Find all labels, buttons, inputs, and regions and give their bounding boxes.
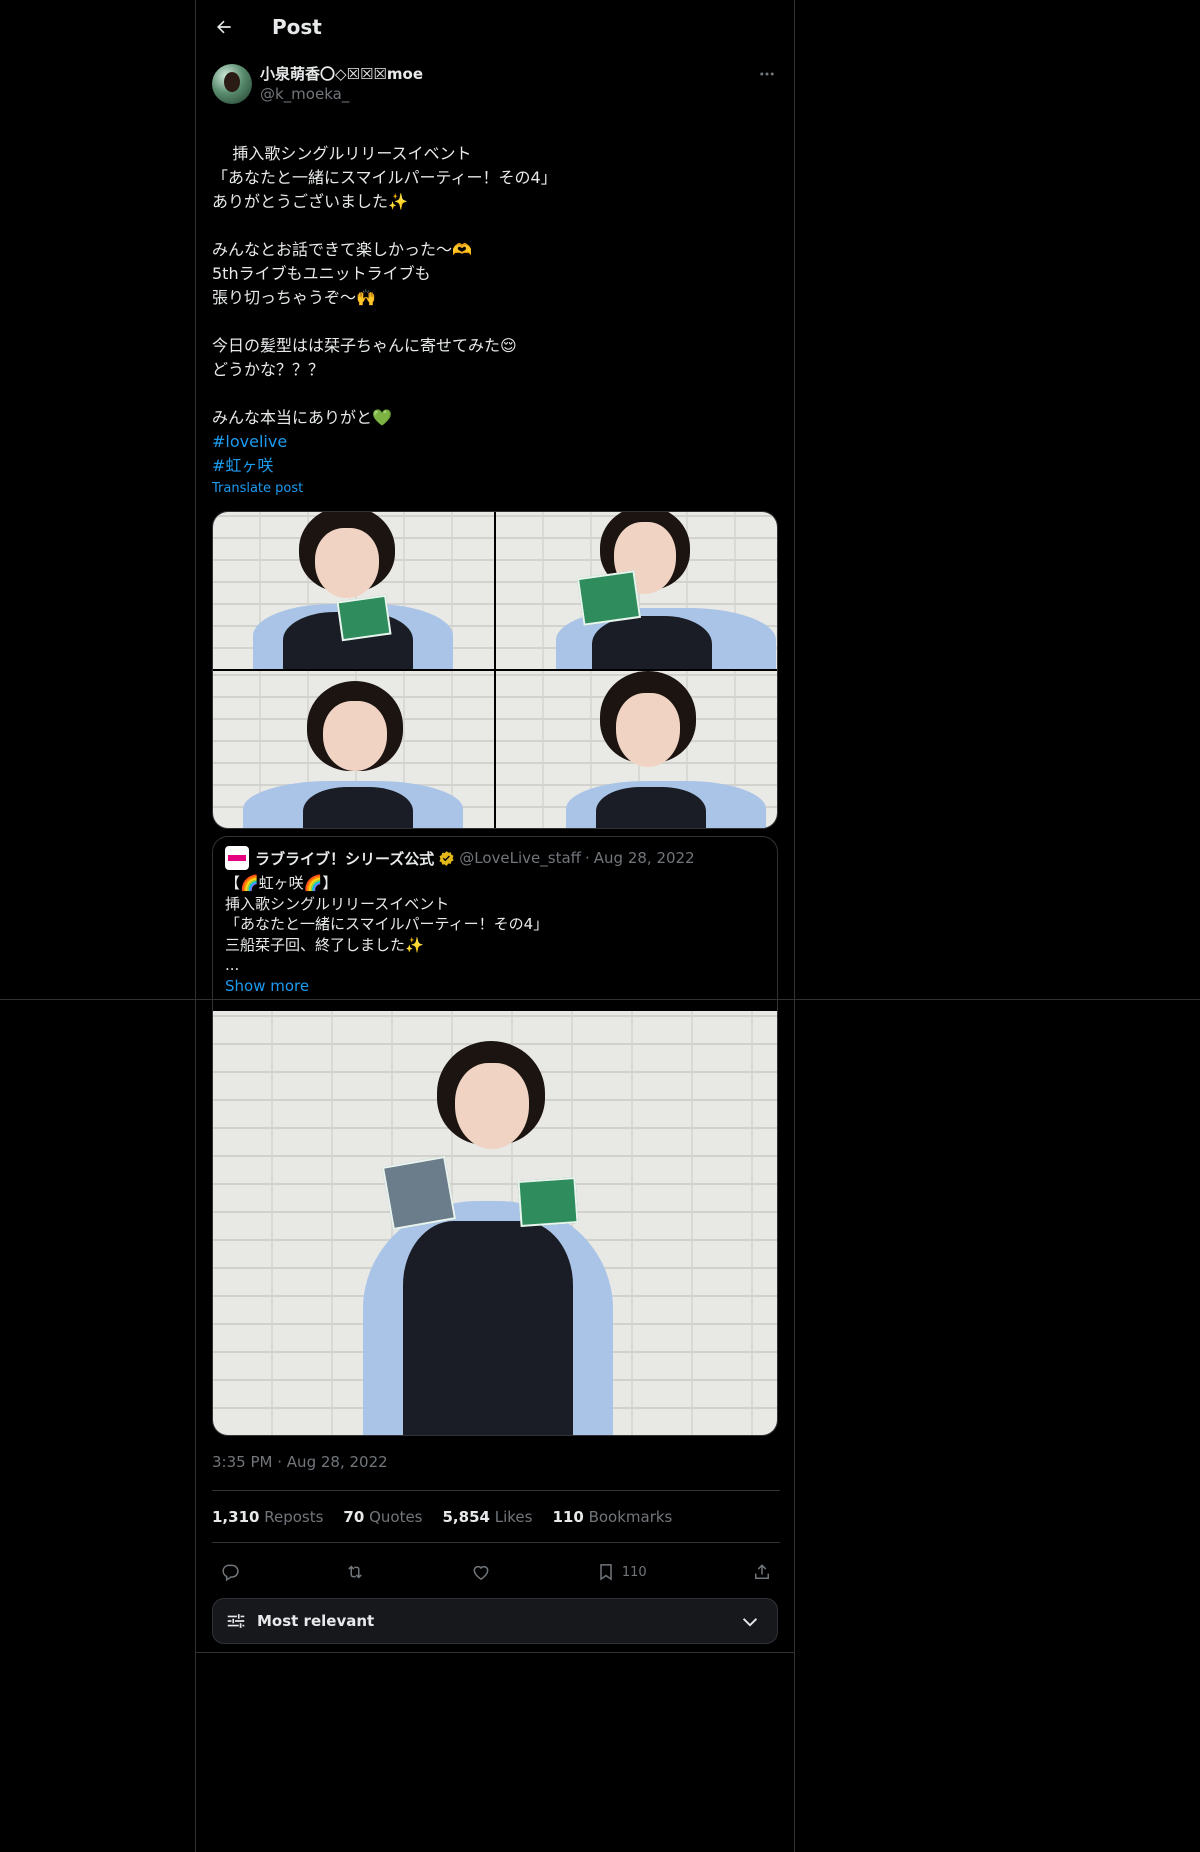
back-arrow-icon [217, 20, 231, 33]
action-bar: 110 [212, 1554, 780, 1590]
quotes-stat[interactable]: 70 Quotes [343, 1508, 422, 1526]
divider [196, 1652, 794, 1653]
back-button[interactable] [206, 9, 242, 45]
quotes-count: 70 [343, 1508, 365, 1526]
tweet-photo[interactable] [213, 671, 494, 828]
quoted-photo[interactable] [213, 1011, 777, 1435]
more-icon [760, 72, 774, 76]
post-time: 3:35 PM [212, 1453, 273, 1471]
share-button[interactable] [744, 1555, 780, 1589]
repost-button[interactable] [337, 1555, 373, 1589]
reposts-count: 1,310 [212, 1508, 260, 1526]
likes-count: 5,854 [442, 1508, 490, 1526]
reply-sort-dropdown[interactable]: Most relevant [212, 1598, 778, 1644]
translate-post-link[interactable]: Translate post [212, 481, 303, 496]
likes-stat[interactable]: 5,854 Likes [443, 1508, 533, 1526]
quotes-label: Quotes [369, 1508, 423, 1526]
bookmark-icon [600, 1564, 612, 1581]
tweet-photo[interactable] [213, 512, 494, 669]
bookmarks-stat[interactable]: 110 Bookmarks [552, 1508, 672, 1526]
quoted-avatar[interactable] [225, 846, 249, 870]
reposts-stat[interactable]: 1,310 Reposts [212, 1508, 323, 1526]
photo-grid [212, 511, 778, 829]
sort-label: Most relevant [257, 1612, 375, 1630]
author-handle[interactable]: @k_moeka_ [260, 84, 423, 104]
divider [212, 1490, 780, 1491]
reply-button[interactable] [212, 1555, 248, 1589]
repost-icon [348, 1565, 363, 1579]
header: Post [196, 0, 794, 53]
sliders-icon [227, 1614, 245, 1628]
author-row: 小泉萌香〇◇☒☒☒moe @k_moeka_ [212, 64, 780, 108]
likes-label: Likes [494, 1508, 533, 1526]
page-title: Post [272, 14, 322, 39]
quoted-display-name[interactable]: ラブライブ！シリーズ公式 [255, 848, 434, 869]
bookmark-button[interactable]: 110 [588, 1555, 655, 1589]
more-button[interactable] [754, 64, 780, 84]
like-icon [473, 1565, 488, 1580]
reposts-label: Reposts [264, 1508, 324, 1526]
quoted-separator: · [585, 849, 590, 867]
hashtag-link[interactable]: #虹ヶ咲 [212, 454, 780, 478]
divider [212, 1542, 780, 1543]
hashtag-link[interactable]: #lovelive [212, 430, 780, 454]
chevron-down-icon [742, 1618, 758, 1627]
author-display-name[interactable]: 小泉萌香〇◇☒☒☒moe [260, 64, 423, 84]
verified-icon [439, 850, 454, 866]
quoted-text: 【🌈虹ヶ咲🌈】 挿入歌シングルリリースイベント 「あなたと一緒にスマイルパーティ… [225, 874, 549, 974]
quoted-post[interactable]: ラブライブ！シリーズ公式 @LoveLive_staff · Aug 28, 2… [212, 836, 778, 1436]
tweet-photo[interactable] [496, 671, 777, 828]
show-more-link[interactable]: Show more [225, 977, 309, 995]
post-timestamp[interactable]: 3:35 PM · Aug 28, 2022 [212, 1453, 388, 1471]
tweet-text: 挿入歌シングルリリースイベント 「あなたと一緒にスマイルパーティー！その4」 あ… [212, 144, 557, 427]
reply-icon [222, 1564, 239, 1582]
quoted-post-header: ラブライブ！シリーズ公式 @LoveLive_staff · Aug 28, 2… [225, 846, 695, 870]
share-icon [754, 1564, 769, 1579]
quoted-handle[interactable]: @LoveLive_staff [459, 849, 581, 867]
author-names: 小泉萌香〇◇☒☒☒moe @k_moeka_ [260, 64, 423, 108]
timestamp-separator: · [277, 1453, 283, 1471]
tweet-body: 挿入歌シングルリリースイベント 「あなたと一緒にスマイルパーティー！その4」 あ… [212, 118, 780, 526]
bookmarks-label: Bookmarks [588, 1508, 673, 1526]
post-date: Aug 28, 2022 [286, 1453, 388, 1471]
bookmarks-count: 110 [552, 1508, 584, 1526]
bookmark-count: 110 [621, 1564, 647, 1580]
quoted-date[interactable]: Aug 28, 2022 [594, 849, 695, 867]
tweet-photo[interactable] [496, 512, 777, 669]
like-button[interactable] [463, 1555, 499, 1589]
avatar[interactable] [212, 64, 252, 104]
main-column: Post 小泉萌香〇◇☒☒☒moe @k_moeka_ 挿入歌シングルリリースイ… [195, 0, 795, 1852]
engagement-stats: 1,310 Reposts 70 Quotes 5,854 Likes 110 … [212, 1505, 692, 1529]
